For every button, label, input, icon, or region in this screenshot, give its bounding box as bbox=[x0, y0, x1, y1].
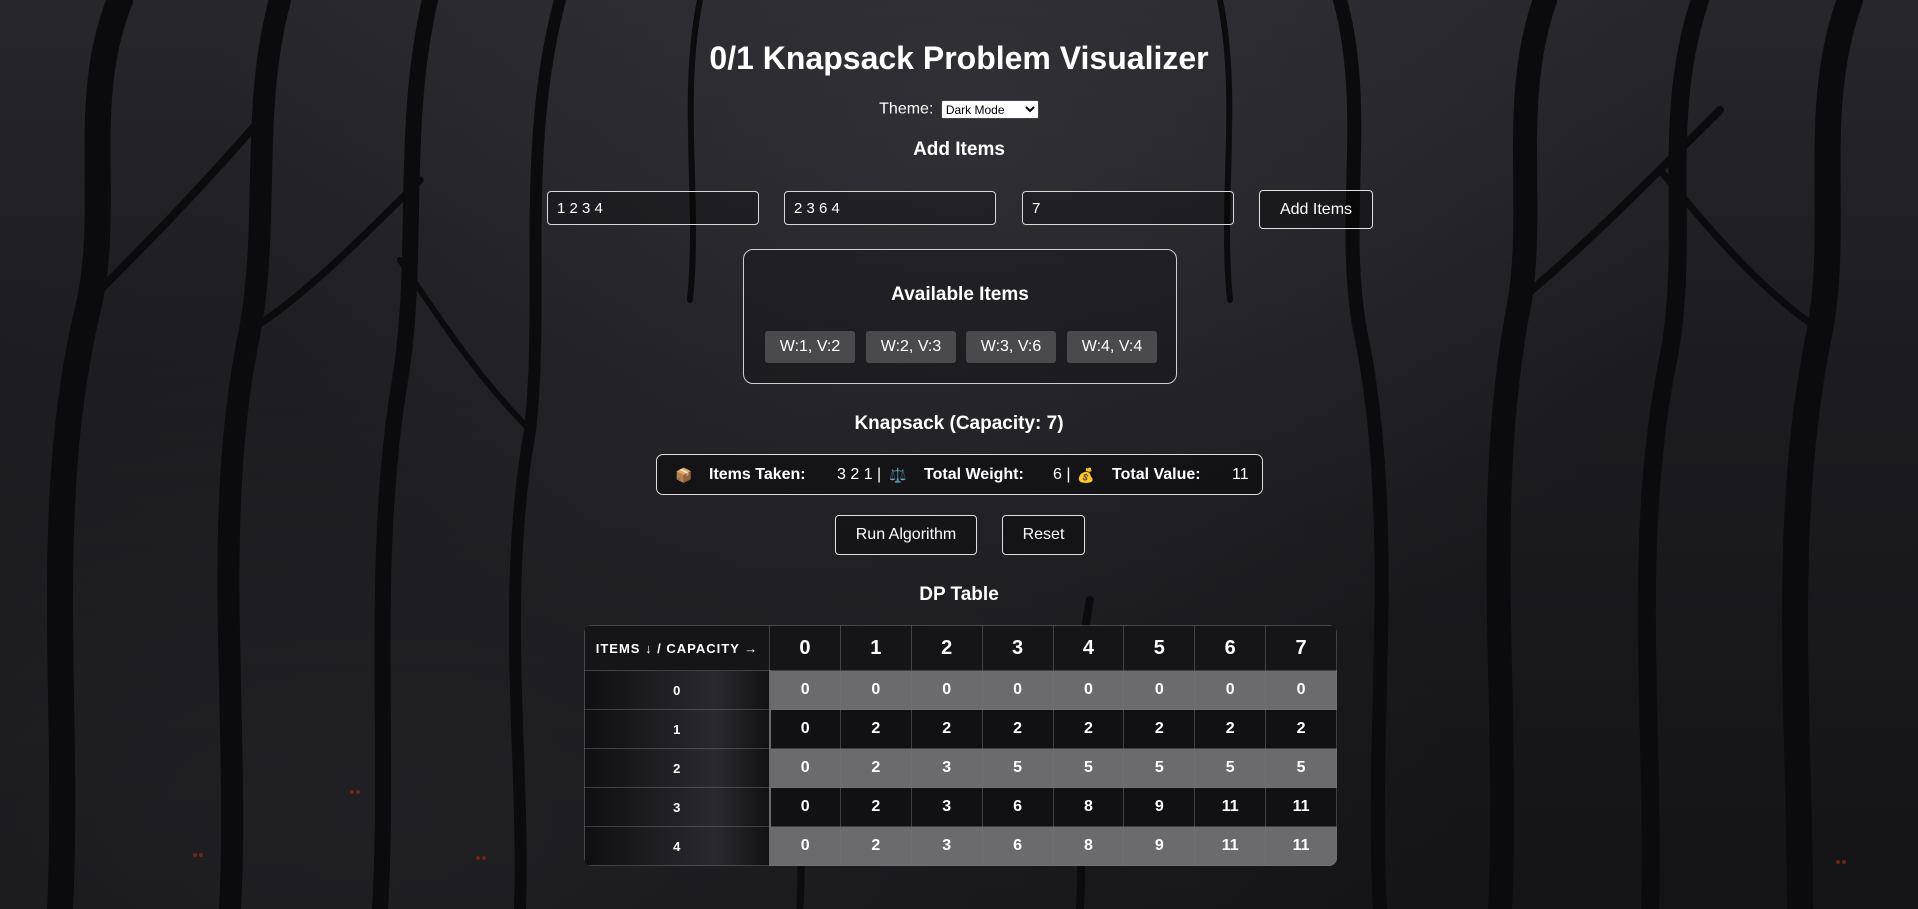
available-items-heading: Available Items bbox=[891, 284, 1029, 305]
capacity-header: 4 bbox=[1052, 625, 1125, 671]
add-items-heading: Add Items bbox=[913, 139, 1005, 160]
capacity-header: 0 bbox=[769, 625, 841, 671]
dp-cell: 0 bbox=[981, 670, 1054, 710]
weights-input[interactable] bbox=[547, 191, 759, 225]
dp-cell: 2 bbox=[839, 748, 912, 788]
dp-cell: 0 bbox=[1123, 670, 1196, 710]
dp-cell: 2 bbox=[981, 709, 1054, 749]
total-value-label: Total Value: bbox=[1112, 466, 1201, 483]
dp-cell: 5 bbox=[1265, 748, 1337, 788]
dp-cell: 0 bbox=[769, 748, 841, 788]
dp-table-heading: DP Table bbox=[919, 584, 999, 605]
dp-cell: 2 bbox=[910, 709, 983, 749]
run-algorithm-button[interactable]: Run Algorithm bbox=[835, 515, 977, 555]
dp-cell: 2 bbox=[1123, 709, 1196, 749]
dp-cell: 11 bbox=[1265, 787, 1337, 827]
dp-cell: 11 bbox=[1194, 787, 1267, 827]
dp-table: ITEMS ↓ / CAPACITY → 0 1 2 3 4 5 6 7 0 0… bbox=[584, 625, 1337, 866]
theme-select[interactable]: Dark Mode bbox=[940, 100, 1039, 119]
total-weight-label: Total Weight: bbox=[924, 466, 1024, 483]
reset-button[interactable]: Reset bbox=[1002, 515, 1085, 555]
item-row-header: 1 bbox=[584, 709, 771, 749]
item-chip[interactable]: W:4, V:4 bbox=[1067, 331, 1157, 363]
dp-cell: 2 bbox=[1265, 709, 1337, 749]
dp-header-row: ITEMS ↓ / CAPACITY → 0 1 2 3 4 5 6 7 bbox=[584, 625, 1337, 671]
knapsack-app: 0/1 Knapsack Problem Visualizer Theme: D… bbox=[0, 0, 1918, 909]
capacity-input[interactable] bbox=[1022, 191, 1234, 225]
dp-cell: 0 bbox=[769, 826, 841, 866]
knapsack-heading: Knapsack (Capacity: 7) bbox=[854, 413, 1064, 434]
dp-cell: 2 bbox=[839, 709, 912, 749]
dp-cell: 8 bbox=[1052, 826, 1125, 866]
capacity-header: 1 bbox=[839, 625, 912, 671]
dp-table-wrapper: ITEMS ↓ / CAPACITY → 0 1 2 3 4 5 6 7 0 0… bbox=[584, 625, 1337, 866]
add-items-button[interactable]: Add Items bbox=[1259, 190, 1373, 229]
dp-row: 2 0 2 3 5 5 5 5 5 bbox=[584, 748, 1337, 788]
dp-cell: 0 bbox=[769, 787, 841, 827]
dp-cell: 0 bbox=[769, 670, 841, 710]
capacity-header: 5 bbox=[1123, 625, 1196, 671]
dp-corner-header: ITEMS ↓ / CAPACITY → bbox=[584, 625, 770, 671]
capacity-header: 7 bbox=[1265, 625, 1337, 671]
dp-cell: 6 bbox=[981, 826, 1054, 866]
dp-cell: 2 bbox=[839, 787, 912, 827]
box-icon: 📦 bbox=[675, 467, 693, 483]
dp-cell: 2 bbox=[1052, 709, 1125, 749]
page-title: 0/1 Knapsack Problem Visualizer bbox=[709, 40, 1209, 76]
dp-cell: 0 bbox=[1265, 670, 1337, 710]
dp-cell: 0 bbox=[910, 670, 983, 710]
total-value-value: 11 bbox=[1232, 466, 1249, 483]
item-row-header: 4 bbox=[584, 826, 771, 866]
dp-cell: 11 bbox=[1194, 826, 1267, 866]
item-chip-list: W:1, V:2 W:2, V:3 W:3, V:6 W:4, V:4 bbox=[765, 331, 1157, 363]
theme-label: Theme: bbox=[879, 100, 934, 118]
available-items-panel: Available Items W:1, V:2 W:2, V:3 W:3, V… bbox=[743, 249, 1177, 384]
knapsack-summary: 📦 Items Taken: 3 2 1 | ⚖️ Total Weight: … bbox=[656, 454, 1263, 495]
capacity-header: 6 bbox=[1194, 625, 1267, 671]
dp-cell: 5 bbox=[981, 748, 1054, 788]
dp-row: 1 0 2 2 2 2 2 2 2 bbox=[584, 709, 1337, 749]
item-chip[interactable]: W:2, V:3 bbox=[866, 331, 956, 363]
dp-cell: 6 bbox=[981, 787, 1054, 827]
item-row-header: 3 bbox=[584, 787, 771, 827]
scale-icon: ⚖️ bbox=[889, 467, 907, 483]
dp-cell: 11 bbox=[1265, 826, 1337, 866]
item-chip[interactable]: W:1, V:2 bbox=[765, 331, 855, 363]
capacity-header: 2 bbox=[910, 625, 983, 671]
dp-cell: 0 bbox=[769, 709, 841, 749]
items-taken-label: Items Taken: bbox=[709, 466, 806, 483]
money-bag-icon: 💰 bbox=[1077, 467, 1095, 483]
dp-row: 0 0 0 0 0 0 0 0 0 bbox=[584, 670, 1337, 710]
dp-cell: 8 bbox=[1052, 787, 1125, 827]
dp-cell: 3 bbox=[910, 787, 983, 827]
dp-cell: 2 bbox=[839, 826, 912, 866]
dp-cell: 5 bbox=[1194, 748, 1267, 788]
dp-cell: 5 bbox=[1052, 748, 1125, 788]
theme-row: Theme: Dark Mode bbox=[0, 100, 1918, 119]
dp-cell: 9 bbox=[1123, 787, 1196, 827]
total-weight-value: 6 | bbox=[1053, 466, 1071, 483]
dp-cell: 2 bbox=[1194, 709, 1267, 749]
dp-cell: 0 bbox=[1052, 670, 1125, 710]
dp-cell: 9 bbox=[1123, 826, 1196, 866]
item-row-header: 0 bbox=[584, 670, 771, 710]
dp-row: 3 0 2 3 6 8 9 11 11 bbox=[584, 787, 1337, 827]
items-taken-value: 3 2 1 | bbox=[837, 466, 882, 483]
dp-row: 4 0 2 3 6 8 9 11 11 bbox=[584, 826, 1337, 866]
dp-cell: 5 bbox=[1123, 748, 1196, 788]
item-row-header: 2 bbox=[584, 748, 771, 788]
capacity-header: 3 bbox=[981, 625, 1054, 671]
dp-cell: 3 bbox=[910, 748, 983, 788]
dp-cell: 0 bbox=[1194, 670, 1267, 710]
dp-cell: 3 bbox=[910, 826, 983, 866]
values-input[interactable] bbox=[784, 191, 996, 225]
item-chip[interactable]: W:3, V:6 bbox=[966, 331, 1056, 363]
dp-cell: 0 bbox=[839, 670, 912, 710]
